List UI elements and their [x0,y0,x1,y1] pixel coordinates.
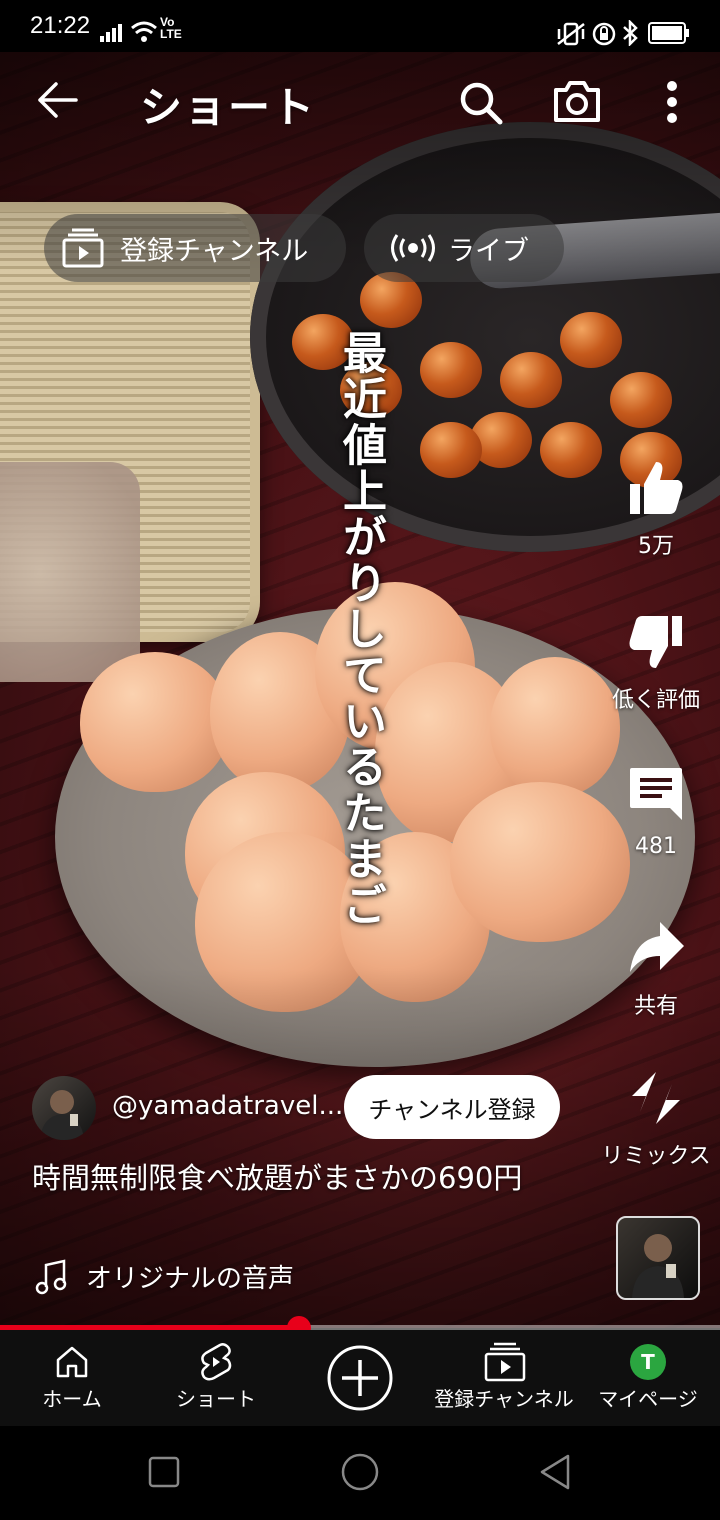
status-bar: 21:22 Vo LTE [0,0,720,52]
nav-create[interactable] [288,1330,432,1426]
shorts-icon [201,1343,232,1381]
nav-subscriptions[interactable]: 登録チャンネル [432,1330,576,1426]
comment-icon [630,768,682,820]
subscribe-button[interactable]: チャンネル登録 [344,1075,560,1139]
live-broadcast-icon [391,234,435,262]
bottom-nav: ホーム ショート 登録チャンネル T マイページ [0,1330,720,1426]
volte-icon: Vo LTE [160,15,182,41]
bluetooth-icon [623,20,638,46]
avatar-photo-icon [40,1090,84,1140]
remix-icon [632,1072,680,1124]
sound-thumbnail[interactable] [616,1216,700,1300]
subscriptions-icon [62,228,104,268]
remix-button[interactable]: リミックス [596,1068,716,1170]
subscriptions-chip[interactable]: 登録チャンネル [44,214,346,282]
subscriptions-chip-label: 登録チャンネル [120,235,309,267]
battery-icon [648,22,689,44]
rotation-lock-icon [592,22,616,46]
comments-button[interactable]: 481 [596,764,716,859]
signal-icon [100,24,122,42]
recents-icon[interactable] [148,1456,180,1488]
thumbs-down-icon [629,616,682,668]
user-avatar: T [630,1344,666,1380]
nav-subscriptions-label: 登録チャンネル [434,1387,574,1411]
nav-you[interactable]: T マイページ [576,1330,720,1426]
nav-you-label: マイページ [598,1387,698,1411]
remix-label: リミックス [601,1144,711,1169]
live-chip-label: ライブ [448,235,529,267]
share-label: 共有 [633,994,678,1019]
nav-shorts-label: ショート [176,1387,256,1411]
dislike-label: 低く評価 [611,688,700,713]
subscriptions-nav-icon [484,1342,526,1382]
audio-link[interactable]: オリジナルの音声 [34,1258,294,1295]
thumbs-up-icon [630,462,683,514]
home-icon [56,1346,88,1378]
camera-icon[interactable] [552,78,602,124]
nav-home-label: ホーム [42,1387,102,1411]
comment-count: 481 [635,834,677,859]
back-triangle-icon[interactable] [538,1454,572,1490]
audio-label: オリジナルの音声 [86,1264,295,1294]
vibrate-icon [557,22,585,46]
video-caption: 最近値上がりしているたまご [335,330,386,928]
live-chip[interactable]: ライブ [364,214,564,282]
nav-home[interactable]: ホーム [0,1330,144,1426]
back-arrow-icon[interactable] [36,80,80,120]
share-button[interactable]: 共有 [596,918,716,1020]
search-icon[interactable] [458,80,504,126]
home-circle-icon[interactable] [340,1452,380,1492]
more-vert-icon[interactable] [662,80,682,124]
music-note-icon [35,1258,67,1294]
dislike-button[interactable]: 低く評価 [596,612,716,714]
wifi-icon [131,21,157,42]
short-title[interactable]: 時間無制限食べ放題がまさかの690円 [32,1160,552,1197]
share-arrow-icon [630,922,684,972]
plus-circle-icon [327,1345,393,1411]
system-nav-bar [0,1426,720,1520]
creator-photo-icon [632,1234,684,1298]
like-button[interactable]: 5万 [596,458,716,560]
nav-shorts[interactable]: ショート [144,1330,288,1426]
channel-avatar[interactable] [32,1076,96,1140]
status-time: 21:22 [30,12,91,39]
channel-handle[interactable]: @yamadatravel... [112,1091,343,1121]
like-count: 5万 [638,534,674,559]
page-title: ショート [140,83,317,132]
